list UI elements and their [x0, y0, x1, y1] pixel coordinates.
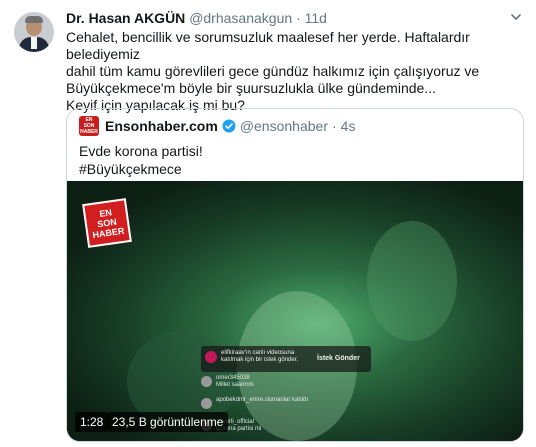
- avatar-shirt: [31, 37, 37, 49]
- quoted-tweet-text: Evde korona partisi! #Büyükçekmece: [79, 142, 203, 178]
- quoted-separator: ·: [331, 118, 337, 134]
- notification-text: elifkiraav'ın canlı videosuna katılmak i…: [221, 350, 299, 363]
- comment-avatar: [201, 398, 212, 409]
- chevron-down-icon[interactable]: [509, 10, 523, 24]
- avatar-hair: [25, 16, 43, 23]
- comment-user: omer345038: [216, 375, 250, 381]
- video-views-badge: 23,5 B görüntülenme: [107, 412, 229, 432]
- tweet-text: Cehalet, bencillik ve sorumsuzluk maales…: [66, 29, 526, 114]
- tweet-line: Cehalet, bencillik ve sorumsuzluk maales…: [66, 29, 470, 62]
- watermark-line: HABER: [91, 225, 125, 241]
- header-separator: ·: [296, 10, 301, 26]
- hashtag-link[interactable]: #Büyükçekmece: [79, 160, 203, 178]
- tweet-header: Dr. Hasan AKGÜN @drhasanakgun · 11d: [66, 9, 327, 27]
- quoted-author-name[interactable]: Ensonhaber.com: [105, 117, 218, 135]
- video-duration-badge: 1:28: [75, 412, 109, 432]
- comment-user: apobekdmr_emre.sismanlar katıldı: [216, 397, 309, 403]
- logo-line: HABER: [80, 129, 98, 135]
- quoted-author-handle[interactable]: @ensonhaber: [240, 117, 328, 135]
- quoted-tweet-header: EN SON HABER Ensonhaber.com @ensonhaber …: [79, 116, 356, 136]
- send-request-button: İstek Gönder: [317, 355, 360, 362]
- instagram-live-icon: [205, 351, 217, 363]
- video-highlight: [367, 221, 457, 341]
- tweet-line: Büyükçekmece'm böyle bir şuursuzlukla ül…: [66, 80, 436, 96]
- quoted-tweet[interactable]: EN SON HABER Ensonhaber.com @ensonhaber …: [66, 108, 524, 442]
- video-player[interactable]: EN SON HABER elifkiraav'ın canlı videosu…: [67, 181, 523, 441]
- author-avatar[interactable]: [14, 12, 54, 52]
- live-join-notification: elifkiraav'ın canlı videosuna katılmak i…: [201, 346, 371, 372]
- tweet-time[interactable]: 11d: [305, 10, 327, 26]
- verified-badge-icon: [222, 119, 236, 133]
- ensonhaber-watermark-logo: EN SON HABER: [82, 198, 132, 248]
- ensonhaber-logo-avatar[interactable]: EN SON HABER: [79, 116, 99, 136]
- quoted-time[interactable]: 4s: [341, 117, 356, 135]
- comment-avatar: [201, 376, 212, 387]
- comment-text: Millet saairmis: [216, 382, 255, 388]
- author-handle[interactable]: @drhasanakgun: [189, 10, 292, 26]
- quoted-line: Evde korona partisi!: [79, 143, 203, 159]
- tweet-line: dahil tüm kamu görevlileri gece gündüz h…: [66, 63, 480, 79]
- author-name[interactable]: Dr. Hasan AKGÜN: [66, 10, 185, 26]
